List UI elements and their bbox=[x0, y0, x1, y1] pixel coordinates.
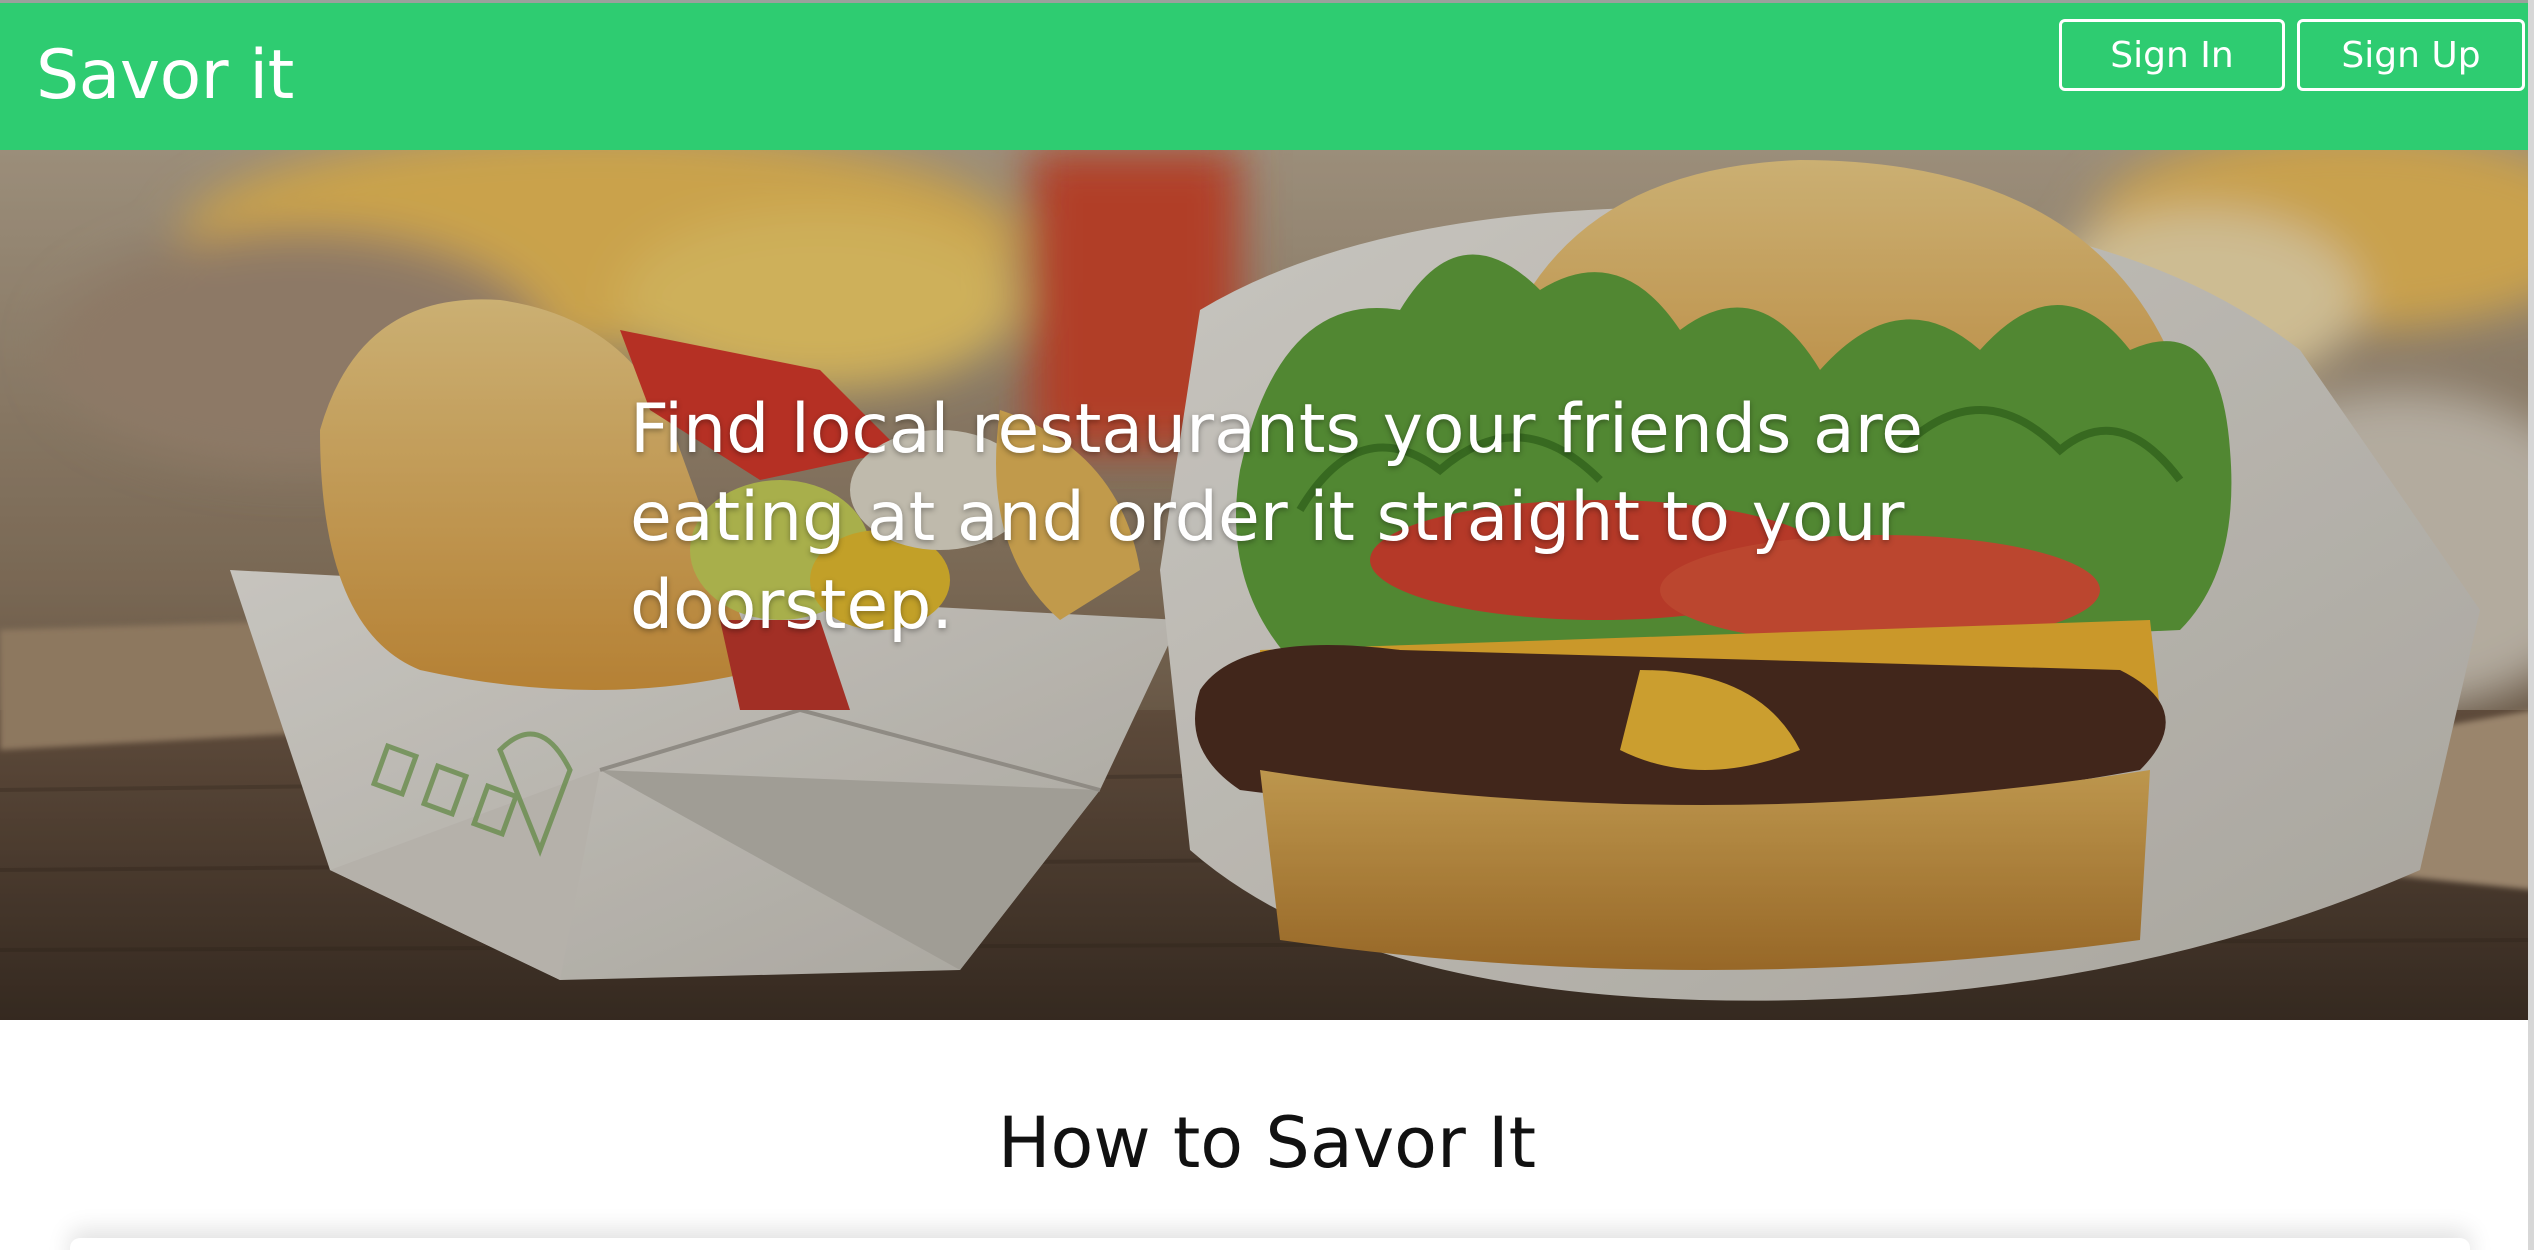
sign-in-button[interactable]: Sign In bbox=[2059, 19, 2285, 91]
how-to-section: How to Savor It bbox=[0, 1020, 2534, 1250]
sign-up-button[interactable]: Sign Up bbox=[2297, 19, 2525, 91]
window-edge bbox=[2528, 0, 2534, 1250]
site-header: Savor it Sign In Sign Up bbox=[0, 0, 2534, 150]
landing-page: Savor it Sign In Sign Up Find local rest… bbox=[0, 0, 2534, 1250]
content-card bbox=[70, 1238, 2470, 1250]
hero-banner: Find local restaurants your friends are … bbox=[0, 150, 2534, 1020]
brand-logo[interactable]: Savor it bbox=[36, 31, 294, 121]
hero-tagline: Find local restaurants your friends are … bbox=[630, 390, 1923, 645]
section-title: How to Savor It bbox=[997, 1102, 1537, 1184]
